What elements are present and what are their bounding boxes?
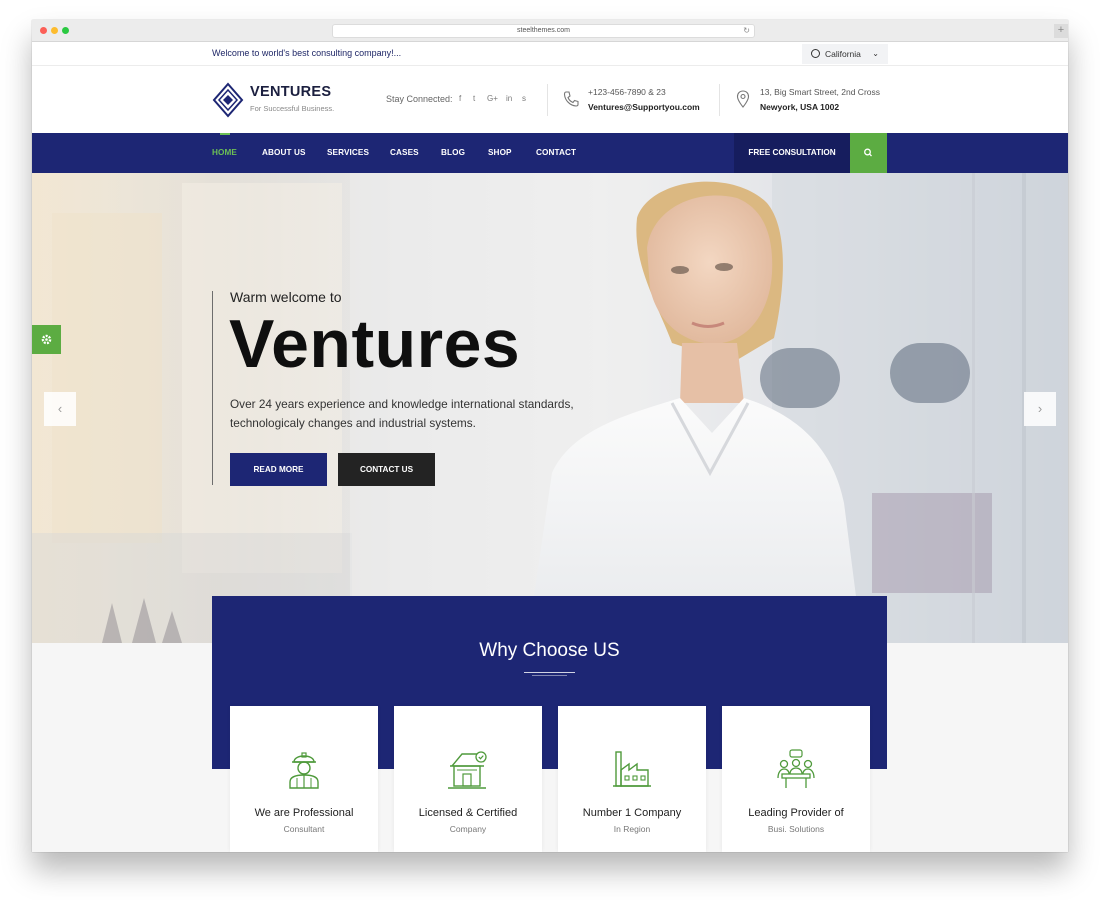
phone-number[interactable]: +123-456-7890 & 23 [588,87,666,97]
search-icon [864,148,872,157]
brand-tagline: For Successful Business. [250,104,335,113]
search-button[interactable] [850,133,887,173]
hero-description: Over 24 years experience and knowledge i… [230,395,590,433]
site-header: VENTURES For Successful Business. Stay C… [32,66,1068,133]
hero-accent-rule [212,291,213,485]
settings-panel-toggle[interactable] [32,325,61,354]
feature-card[interactable]: Leading Provider of Busi. Solutions [722,706,870,852]
address-bar-url: steelthemes.com [517,27,570,34]
reload-icon[interactable]: ↻ [743,25,750,37]
nav-about-us[interactable]: ABOUT US [262,133,306,173]
page: steelthemes.com ↻ + Welcome to world's b… [0,0,1100,900]
certified-house-icon [448,751,487,789]
address-bar[interactable]: steelthemes.com ↻ [332,24,755,38]
maximize-window-button[interactable] [62,27,69,34]
location-pin-icon [736,90,750,108]
header-divider [547,84,548,116]
close-window-button[interactable] [40,27,47,34]
worker-icon [289,752,319,789]
nav-cases[interactable]: CASES [390,133,419,173]
address-line-1: 13, Big Smart Street, 2nd Cross [760,87,880,97]
nav-services[interactable]: SERVICES [327,133,369,173]
main-navigation: HOME ABOUT US SERVICES CASES BLOG SHOP C… [32,133,1068,173]
title-underline [532,675,567,676]
welcome-message: Welcome to world's best consulting compa… [212,48,402,58]
hero-description-line-2: technologicaly changes and industrial sy… [230,416,476,430]
top-info-bar: Welcome to world's best consulting compa… [32,42,1068,66]
title-underline [524,672,575,673]
feature-card-subtitle: In Region [613,824,651,834]
skype-icon[interactable]: s [522,94,526,103]
brand-name[interactable]: VENTURES [250,84,331,100]
facebook-icon[interactable]: f [459,94,461,103]
chevron-down-icon: ⌄ [872,49,879,58]
linkedin-icon[interactable]: in [506,94,512,103]
slider-prev-arrow-icon[interactable]: ‹ [44,392,76,426]
feature-card-subtitle: Consultant [283,824,325,834]
feature-card-title: Licensed & Certified [418,807,518,819]
language-selector[interactable]: California ⌄ [802,44,888,64]
feature-card-subtitle: Busi. Solutions [767,824,825,834]
new-tab-button[interactable]: + [1054,24,1068,38]
feature-card[interactable]: We are Professional Consultant [230,706,378,852]
why-choose-us-title: Why Choose US [479,640,620,661]
browser-chrome: steelthemes.com ↻ + [32,20,1068,42]
meeting-icon [777,749,815,788]
feature-card-subtitle: Company [449,824,487,834]
hero-description-line-1: Over 24 years experience and knowledge i… [230,397,574,411]
contact-us-button[interactable]: CONTACT US [338,453,435,486]
read-more-button[interactable]: READ MORE [230,453,327,486]
feature-card-title: We are Professional [254,807,354,819]
slider-next-arrow-icon[interactable]: › [1024,392,1056,426]
hero-pretitle: Warm welcome to [230,289,342,305]
nav-blog[interactable]: BLOG [441,133,465,173]
feature-card-title: Leading Provider of [748,807,844,819]
feature-card[interactable]: Number 1 Company In Region [558,706,706,852]
nav-home[interactable]: HOME [212,133,237,173]
hero-slider: Warm welcome to Ventures Over 24 years e… [32,173,1068,643]
hero-title: Ventures [229,306,521,382]
logo-diamond-icon[interactable] [212,82,244,118]
feature-card[interactable]: Licensed & Certified Company [394,706,542,852]
address-line-2: Newyork, USA 1002 [760,102,840,112]
language-selector-label: California [825,49,861,59]
header-divider [719,84,720,116]
globe-icon [811,49,820,58]
feature-card-title: Number 1 Company [582,807,682,819]
google-plus-icon[interactable]: G+ [487,94,498,103]
gear-icon [41,334,52,345]
browser-window: steelthemes.com ↻ + Welcome to world's b… [32,20,1068,852]
phone-icon [563,91,579,107]
minimize-window-button[interactable] [51,27,58,34]
factory-icon [613,751,651,787]
twitter-icon[interactable]: t [473,94,475,103]
nav-shop[interactable]: SHOP [488,133,512,173]
free-consultation-button[interactable]: FREE CONSULTATION [734,133,850,173]
email-address[interactable]: Ventures@Supportyou.com [588,102,700,112]
stay-connected-label: Stay Connected: [386,94,453,104]
nav-contact[interactable]: CONTACT [536,133,576,173]
